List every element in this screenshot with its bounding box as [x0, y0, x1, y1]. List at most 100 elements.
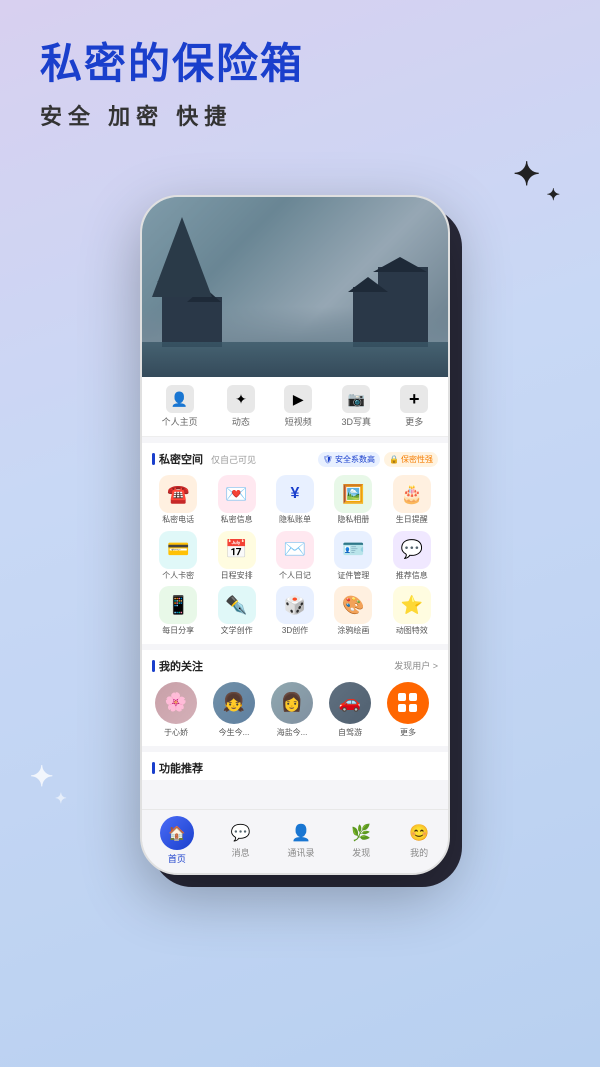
- icon-daily-share[interactable]: 📱 每日分享: [152, 586, 204, 636]
- icon-diary-box: ✉️: [276, 531, 314, 569]
- icon-paint[interactable]: 🎨 涂鸦绘画: [327, 586, 379, 636]
- follow-item-2[interactable]: 👧 今生今...: [210, 682, 258, 738]
- icon-certificate[interactable]: 🪪 证件管理: [327, 531, 379, 581]
- tab-home-icon: 🏠: [160, 816, 194, 850]
- tab-contacts[interactable]: 👤 通讯录: [287, 822, 314, 859]
- nav-3d[interactable]: 📷 3D写真: [342, 385, 372, 428]
- tab-mine-label: 我的: [410, 846, 428, 859]
- icon-3d-create[interactable]: 🎲 3D创作: [269, 586, 321, 636]
- icon-daily-share-label: 每日分享: [162, 626, 194, 636]
- sparkle-icon-4: ✦: [55, 790, 67, 807]
- follow-name-3: 海盐今...: [277, 727, 308, 738]
- icon-schedule-box: 📅: [218, 531, 256, 569]
- tab-mine-icon: 😊: [408, 822, 430, 844]
- nav-video-icon: ▶: [284, 385, 312, 413]
- icon-recommend[interactable]: 💬 推荐信息: [386, 531, 438, 581]
- icon-daily-share-box: 📱: [159, 586, 197, 624]
- icon-private-phone-label: 私密电话: [162, 515, 194, 525]
- nav-dynamic[interactable]: ✦ 动态: [227, 385, 255, 428]
- icon-paint-box: 🎨: [334, 586, 372, 624]
- follow-item-1[interactable]: 🌸 于心娇: [152, 682, 200, 738]
- bottom-tab-bar: 🏠 首页 💬 消息 👤 通讯录 🌿 发现 😊 我的: [142, 809, 448, 873]
- icon-writing[interactable]: ✒️ 文学创作: [210, 586, 262, 636]
- badge-security: 🛡 安全系数高: [318, 452, 380, 467]
- icon-birthday[interactable]: 🎂 生日提醒: [386, 475, 438, 525]
- icon-birthday-label: 生日提醒: [396, 515, 428, 525]
- tab-mine[interactable]: 😊 我的: [408, 822, 430, 859]
- icon-schedule-label: 日程安排: [221, 571, 253, 581]
- icon-schedule[interactable]: 📅 日程安排: [210, 531, 262, 581]
- discover-users-link[interactable]: 发现用户 >: [394, 659, 438, 672]
- tab-discover-label: 发现: [352, 846, 370, 859]
- tab-contacts-icon: 👤: [290, 822, 312, 844]
- nav-bar: 👤 个人主页 ✦ 动态 ▶ 短视频 📷 3D写真 + 更多: [142, 377, 448, 437]
- icon-recommend-box: 💬: [393, 531, 431, 569]
- icon-writing-box: ✒️: [218, 586, 256, 624]
- hero-image: [142, 197, 448, 377]
- nav-more[interactable]: + 更多: [400, 385, 428, 428]
- avatar-1: 🌸: [155, 682, 197, 724]
- building-2: [192, 297, 222, 347]
- icon-card-label: 个人卡密: [162, 571, 194, 581]
- icon-photo-box: 🖼️: [334, 475, 372, 513]
- avatar-3: 👩: [271, 682, 313, 724]
- icon-writing-label: 文学创作: [221, 626, 253, 636]
- icon-paint-label: 涂鸦绘画: [337, 626, 369, 636]
- tab-home[interactable]: 🏠 首页: [160, 816, 194, 865]
- icon-3d-create-label: 3D创作: [282, 626, 308, 636]
- icon-gif-label: 动图特效: [396, 626, 428, 636]
- building-4: [353, 287, 388, 347]
- icon-card[interactable]: 💳 个人卡密: [152, 531, 204, 581]
- icon-bill-label: 隐私账单: [279, 515, 311, 525]
- follow-name-1: 于心娇: [164, 727, 188, 738]
- sparkle-icon-3: ✦: [30, 760, 53, 793]
- icon-diary-label: 个人日记: [279, 571, 311, 581]
- nav-personal[interactable]: 👤 个人主页: [162, 385, 198, 428]
- follows-title: 我的关注: [152, 658, 203, 674]
- nav-video[interactable]: ▶ 短视频: [284, 385, 312, 428]
- more-button[interactable]: [387, 682, 429, 724]
- icon-diary[interactable]: ✉️ 个人日记: [269, 531, 321, 581]
- tab-contacts-label: 通讯录: [287, 846, 314, 859]
- icon-private-msg[interactable]: 💌 私密信息: [210, 475, 262, 525]
- section-badges: 🛡 安全系数高 🔒 保密性强: [318, 452, 438, 467]
- tab-home-label: 首页: [168, 852, 186, 865]
- icon-bill-box: ¥: [276, 475, 314, 513]
- icon-gif-box: ⭐: [393, 586, 431, 624]
- follow-item-more[interactable]: 更多: [384, 682, 432, 738]
- icon-private-msg-box: 💌: [218, 475, 256, 513]
- more-grid: [398, 693, 418, 713]
- tab-discover[interactable]: 🌿 发现: [350, 822, 372, 859]
- follow-item-4[interactable]: 🚗 自驾游: [326, 682, 374, 738]
- follows-header: 我的关注 发现用户 >: [152, 658, 438, 674]
- avatar-4: 🚗: [329, 682, 371, 724]
- nav-dynamic-label: 动态: [232, 415, 250, 428]
- follow-item-3[interactable]: 👩 海盐今...: [268, 682, 316, 738]
- avatar-2: 👧: [213, 682, 255, 724]
- follow-name-4: 自驾游: [338, 727, 362, 738]
- icon-gif[interactable]: ⭐ 动图特效: [386, 586, 438, 636]
- icon-3d-create-box: 🎲: [276, 586, 314, 624]
- nav-more-label: 更多: [405, 415, 423, 428]
- icon-private-phone[interactable]: ☎️ 私密电话: [152, 475, 204, 525]
- icon-recommend-label: 推荐信息: [396, 571, 428, 581]
- icon-card-box: 💳: [159, 531, 197, 569]
- icon-bill[interactable]: ¥ 隐私账单: [269, 475, 321, 525]
- badge-privacy: 🔒 保密性强: [384, 452, 438, 467]
- tab-message[interactable]: 💬 消息: [230, 822, 252, 859]
- private-space-section: 私密空间 仅自己可见 🛡 安全系数高 🔒 保密性强: [142, 443, 448, 644]
- icon-private-msg-label: 私密信息: [221, 515, 253, 525]
- private-icons-grid: ☎️ 私密电话 💌 私密信息 ¥ 隐私账单 🖼️ 隐私相册 🎂 生日提: [152, 475, 438, 636]
- icon-photo-label: 隐私相册: [337, 515, 369, 525]
- phone-mockup: 👤 个人主页 ✦ 动态 ▶ 短视频 📷 3D写真 + 更多: [140, 195, 460, 875]
- icon-certificate-label: 证件管理: [337, 571, 369, 581]
- tab-message-icon: 💬: [230, 822, 252, 844]
- water: [142, 342, 448, 377]
- follow-name-2: 今生今...: [219, 727, 250, 738]
- nav-video-label: 短视频: [285, 415, 312, 428]
- follow-name-more: 更多: [400, 727, 416, 738]
- sparkle-icon-1: ✦: [513, 155, 540, 193]
- icon-photo[interactable]: 🖼️ 隐私相册: [327, 475, 379, 525]
- header-area: 私密的保险箱 安全 加密 快捷: [40, 30, 560, 131]
- follows-row: 🌸 于心娇 👧 今生今... 👩 海盐今...: [152, 682, 438, 738]
